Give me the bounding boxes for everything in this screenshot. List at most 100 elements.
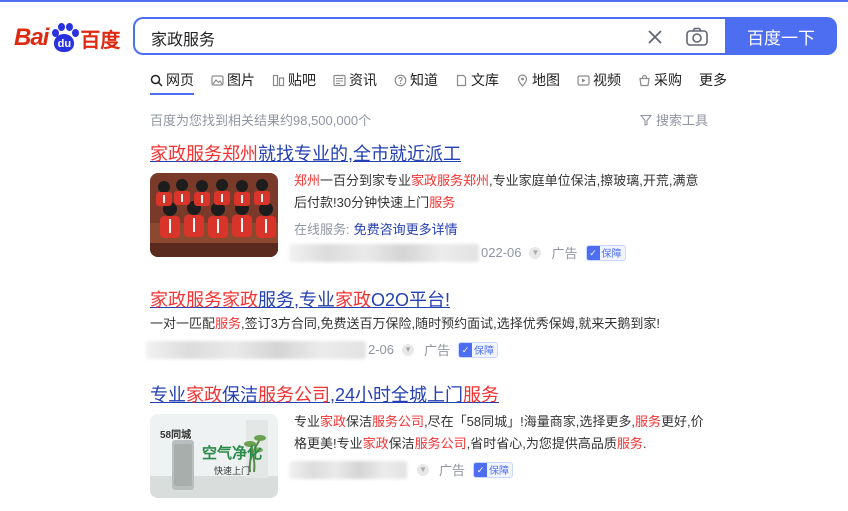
tab-web[interactable]: 网页	[150, 70, 194, 90]
logo-du-text: du	[54, 34, 75, 52]
baidu-logo[interactable]: Bai du 百度	[14, 20, 120, 56]
tab-tieba[interactable]: 贴吧	[272, 70, 316, 90]
tab-wenku[interactable]: 文库	[455, 70, 499, 90]
title-text: O2O平台!	[371, 290, 451, 310]
desc-text: 保洁	[346, 414, 373, 429]
desc-highlight: 服务公司	[372, 414, 425, 429]
result-thumbnail-3[interactable]: 58同城 空气净化 快速上门	[150, 414, 278, 498]
shield-check-icon: ✓	[586, 245, 600, 260]
blurred-source	[289, 243, 479, 262]
service-label: 在线服务:	[294, 222, 350, 237]
desc-text: ,签订3方合同,免费送百万保险,随时预约面试,选择优秀保姆,就来天鹅到家!	[241, 316, 660, 331]
tab-label: 资讯	[349, 72, 377, 88]
result-meta-2: 2-06 ▼ 广告 ✓ 保障	[146, 340, 499, 359]
image-icon	[211, 74, 224, 86]
result-meta-1: 022-06 ▼ 广告 ✓ 保障	[289, 243, 626, 262]
paw-icon: du	[49, 23, 80, 53]
title-text: 服务	[258, 290, 294, 310]
desc-text: .	[642, 436, 647, 451]
blurred-source	[146, 340, 366, 359]
desc-text: ,省时省心,为您提供高品质	[466, 436, 617, 451]
desc-text: 保洁	[388, 436, 415, 451]
search-tools-label: 搜索工具	[656, 113, 709, 128]
document-icon	[456, 74, 467, 86]
tab-label: 知道	[410, 72, 438, 88]
tab-map[interactable]: 地图	[516, 70, 560, 90]
guarantee-badge[interactable]: ✓ 保障	[585, 244, 626, 261]
result-meta-3: ▼ 广告 ✓ 保障	[289, 460, 514, 479]
title-highlight: 家政	[186, 385, 222, 405]
chevron-down-icon[interactable]: ▼	[417, 463, 429, 476]
service-link[interactable]: 免费咨询更多详情	[354, 222, 458, 237]
result-title-2[interactable]: 家政服务家政服务,专业家政O2O平台!	[150, 286, 450, 312]
thumb-brand: 58同城	[160, 430, 192, 441]
title-highlight: 家政服务郑州	[150, 144, 258, 164]
filter-icon	[640, 114, 652, 126]
result-title-1[interactable]: 家政服务郑州就找专业的,全市就近派工	[150, 140, 461, 166]
tab-label: 文库	[471, 72, 499, 88]
online-service-row: 在线服务: 免费咨询更多详情	[294, 219, 458, 238]
tab-purchase[interactable]: 采购	[638, 70, 682, 90]
workers-photo	[150, 173, 278, 257]
guarantee-badge[interactable]: ✓ 保障	[473, 461, 514, 478]
search-button[interactable]: 百度一下	[725, 17, 837, 55]
title-text: 专业	[150, 385, 186, 405]
title-highlight: 服务	[463, 385, 500, 405]
result-title-3[interactable]: 专业家政保洁服务公司,24小时全城上门服务	[150, 381, 499, 407]
desc-highlight: 服务	[215, 316, 242, 331]
tab-label: 视频	[593, 72, 621, 88]
result-description-3: 专业家政保洁服务公司,尽在「58同城」!海量商家,选择更多,服务更好,价格更美!…	[294, 411, 714, 455]
chevron-down-icon[interactable]: ▼	[529, 246, 542, 259]
desc-highlight: 郑州	[294, 173, 321, 188]
top-border	[0, 0, 848, 2]
news-icon	[333, 74, 346, 86]
thumb-subline: 快速上门	[214, 466, 251, 476]
title-text: ,24小时全城上门	[330, 385, 464, 405]
desc-text: 一百分到家专业	[320, 173, 412, 188]
desc-highlight: 服务	[429, 195, 456, 210]
result-description-1: 郑州一百分到家专业家政服务郑州,专业家庭单位保洁,擦玻璃,开荒,满意后付款!30…	[294, 170, 708, 214]
title-highlight: 家政	[335, 290, 372, 310]
desc-highlight: 服务	[616, 436, 643, 451]
desc-highlight: 服务公司	[414, 436, 467, 451]
camera-icon[interactable]	[685, 26, 709, 48]
tieba-icon	[272, 74, 285, 86]
tab-images[interactable]: 图片	[211, 70, 255, 90]
thumb-headline: 空气净化	[202, 445, 263, 462]
result-date: 2-06	[368, 342, 395, 357]
active-tab-indicator	[150, 93, 194, 95]
search-input[interactable]	[149, 25, 633, 51]
guarantee-badge[interactable]: ✓ 保障	[458, 341, 499, 358]
tab-label: 网页	[166, 72, 194, 88]
logo-bai-text: Bai	[14, 24, 49, 51]
blurred-source	[289, 460, 407, 479]
badge-text: 保障	[489, 466, 510, 477]
shield-check-icon: ✓	[474, 462, 488, 477]
title-highlight: 服务公司	[258, 385, 330, 405]
tab-label: 贴吧	[288, 72, 316, 88]
desc-text: 专业	[294, 414, 321, 429]
search-box	[133, 17, 725, 55]
result-count: 百度为您找到相关结果约98,500,000个	[150, 113, 372, 128]
shield-check-icon: ✓	[459, 342, 473, 357]
desc-text: 一对一匹配	[150, 316, 216, 331]
desc-text: ,尽在「58同城」!海量商家,选择更多,	[424, 414, 635, 429]
clear-icon[interactable]	[645, 27, 665, 47]
tab-news[interactable]: 资讯	[333, 70, 377, 90]
result-date: 022-06	[481, 245, 522, 260]
title-text: ,专业	[294, 290, 336, 310]
search-tools-button[interactable]: 搜索工具	[640, 110, 708, 129]
result-description-2: 一对一匹配服务,签订3方合同,免费送百万保险,随时预约面试,选择优秀保姆,就来天…	[150, 313, 720, 335]
question-icon	[394, 74, 407, 86]
title-text: 就找专业的,全市就近派工	[258, 144, 461, 164]
title-text: 保洁	[222, 385, 258, 405]
tab-more[interactable]: 更多	[699, 70, 727, 90]
ad-label: 广告	[439, 463, 466, 478]
logo-cn-text: 百度	[80, 27, 121, 52]
title-highlight: 家政服务家政	[150, 290, 258, 310]
chevron-down-icon[interactable]: ▼	[402, 343, 415, 356]
result-thumbnail-1[interactable]	[150, 173, 278, 257]
tab-video[interactable]: 视频	[577, 70, 621, 90]
tab-zhidao[interactable]: 知道	[394, 70, 438, 90]
video-icon	[577, 74, 590, 86]
